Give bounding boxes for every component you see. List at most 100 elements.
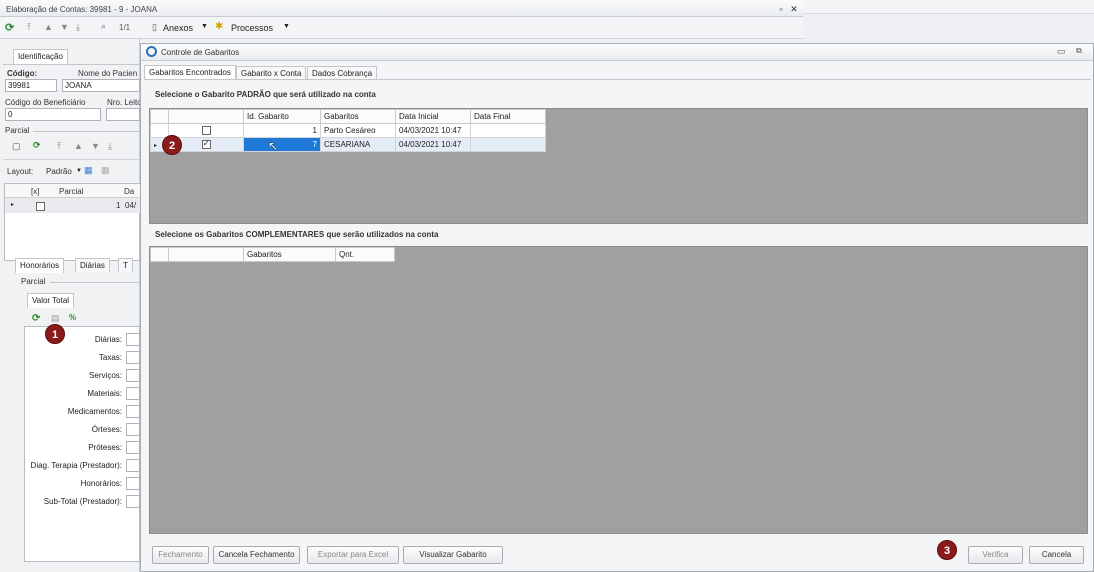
divider (50, 282, 140, 283)
col-id-gabarito[interactable]: Id. Gabarito (243, 109, 321, 124)
row-checkbox[interactable] (201, 138, 211, 150)
tab-honorarios[interactable]: Honorários (15, 258, 65, 273)
maximize-icon[interactable]: ⧉ (1076, 46, 1082, 56)
grid-gabarito-padrao: Id. Gabarito Gabaritos Data Inicial Data… (149, 108, 1088, 224)
value-field[interactable] (126, 333, 140, 346)
exportar-excel-button[interactable]: Exportar para Excel (307, 546, 399, 564)
last-icon[interactable]: ⤓ (76, 22, 80, 33)
row-da: 04/ (125, 201, 137, 210)
doc-icon[interactable]: ▤ (51, 313, 60, 324)
restore-icon[interactable]: ▫ (775, 3, 787, 15)
paciente-field[interactable]: JOANA (62, 79, 140, 92)
annotation-badge-1: 1 (45, 324, 65, 344)
col-parcial: Parcial (59, 187, 84, 196)
tab-gabaritos-encontrados[interactable]: Gabaritos Encontrados (144, 65, 236, 80)
parcial-section-label: Parcial (21, 277, 46, 286)
cell-data-final[interactable] (470, 137, 546, 152)
cell-id-selected[interactable]: 7 (243, 137, 321, 152)
beneficiario-field[interactable]: 0 (5, 108, 101, 121)
row-checkbox[interactable] (36, 202, 45, 212)
value-field[interactable] (126, 387, 140, 400)
col-da: Da (124, 187, 135, 196)
col-gabaritos[interactable]: Gabaritos (243, 247, 336, 262)
value-field[interactable] (126, 423, 140, 436)
next-icon[interactable]: ▼ (60, 22, 69, 32)
tab-valor-total[interactable]: Valor Total (27, 293, 75, 308)
col-indicator (150, 247, 169, 262)
tab-identificacao[interactable]: Identificação (13, 49, 68, 64)
attachment-icon: ▯ (152, 22, 157, 32)
binoculars-icon[interactable]: ⌕ (101, 21, 106, 32)
col-data-inicial[interactable]: Data Inicial (395, 109, 471, 124)
value-field[interactable] (126, 495, 140, 508)
cancela-button[interactable]: Cancela (1029, 546, 1084, 564)
row-label: Taxas: (98, 353, 122, 362)
cell-gabarito[interactable]: Parto Cesáreo (320, 123, 396, 138)
value-field[interactable] (126, 441, 140, 454)
parcial-label: Parcial (5, 126, 30, 135)
refresh-icon[interactable]: ⟳ (33, 140, 41, 151)
last-icon[interactable]: ⤓ (108, 141, 112, 152)
first-icon[interactable]: ⤒ (27, 22, 31, 33)
row-label: Honorários: (80, 479, 122, 488)
verifica-button[interactable]: Verifica (968, 546, 1023, 564)
visualizar-gabarito-button[interactable]: Visualizar Gabarito (403, 546, 503, 564)
chevron-down-icon[interactable]: ▼ (76, 168, 82, 174)
cell-data-inicial[interactable]: 04/03/2021 10:47 (395, 137, 471, 152)
row-checkbox[interactable] (201, 126, 211, 136)
col-gabaritos[interactable]: Gabaritos (320, 109, 396, 124)
row-indicator-icon: ▸ (11, 202, 15, 208)
chevron-down-icon[interactable]: ▼ (201, 23, 208, 30)
menu-anexos[interactable]: Anexos (163, 23, 193, 33)
row-checkbox-cell[interactable] (168, 123, 244, 138)
cell-data-final[interactable] (470, 123, 546, 138)
first-icon[interactable]: ⤒ (57, 141, 61, 152)
cell-id[interactable]: 1 (243, 123, 321, 138)
divider (3, 159, 140, 160)
divider (144, 79, 1091, 80)
value-field[interactable] (126, 459, 140, 472)
row-label: Medicamentos: (67, 407, 122, 416)
col-checkbox (168, 247, 244, 262)
refresh-icon[interactable]: ⟳ (5, 21, 14, 34)
chevron-down-icon[interactable]: ▼ (283, 23, 290, 30)
table-row[interactable]: 1 Parto Cesáreo 04/03/2021 10:47 (150, 123, 546, 138)
col-qnt[interactable]: Qnt. (335, 247, 395, 262)
refresh-icon[interactable]: ⟳ (32, 313, 40, 324)
tab-t[interactable]: T (118, 258, 133, 272)
cancela-fechamento-button[interactable]: Cancela Fechamento (213, 546, 300, 564)
new-icon[interactable]: ▢ (12, 141, 21, 152)
dialog-titlebar: Controle de Gabaritos ▭ ⧉ (141, 44, 1093, 61)
divider (33, 131, 140, 132)
prev-icon[interactable]: ▲ (44, 22, 53, 32)
layout-icon[interactable]: ▦ (101, 165, 110, 176)
leito-field[interactable] (106, 108, 140, 121)
col-indicator (150, 109, 169, 124)
tab-gabarito-x-conta[interactable]: Gabarito x Conta (236, 66, 307, 80)
table-row[interactable]: ▸ 1 04/ (5, 198, 141, 213)
background-strip (803, 0, 1094, 14)
value-field[interactable] (126, 369, 140, 382)
cell-gabarito[interactable]: CESARIANA (320, 137, 396, 152)
value-field[interactable] (126, 351, 140, 364)
value-field[interactable] (126, 405, 140, 418)
close-icon[interactable]: ✕ (788, 3, 800, 15)
tab-diarias[interactable]: Diárias (75, 258, 110, 272)
minimize-icon[interactable]: ▭ (1057, 46, 1066, 57)
layout-value[interactable]: Padrão (46, 167, 72, 176)
menu-processos[interactable]: Processos (231, 23, 273, 33)
next-icon[interactable]: ▼ (91, 141, 100, 151)
fechamento-button[interactable]: Fechamento (152, 546, 209, 564)
value-field[interactable] (126, 477, 140, 490)
mouse-cursor-icon: ↖ (268, 139, 279, 153)
tab-dados-cobranca[interactable]: Dados Cobrança (307, 66, 378, 80)
paciente-label: Nome do Pacien (78, 69, 138, 78)
table-row[interactable]: ▸ 7 CESARIANA 04/03/2021 10:47 (150, 137, 546, 152)
prev-icon[interactable]: ▲ (74, 141, 83, 151)
percent-icon[interactable]: % (69, 313, 76, 322)
col-data-final[interactable]: Data Final (470, 109, 546, 124)
divider (3, 64, 140, 65)
cell-data-inicial[interactable]: 04/03/2021 10:47 (395, 123, 471, 138)
layout-save-icon[interactable]: ▦ (84, 165, 93, 176)
codigo-field[interactable]: 39981 (5, 79, 57, 92)
